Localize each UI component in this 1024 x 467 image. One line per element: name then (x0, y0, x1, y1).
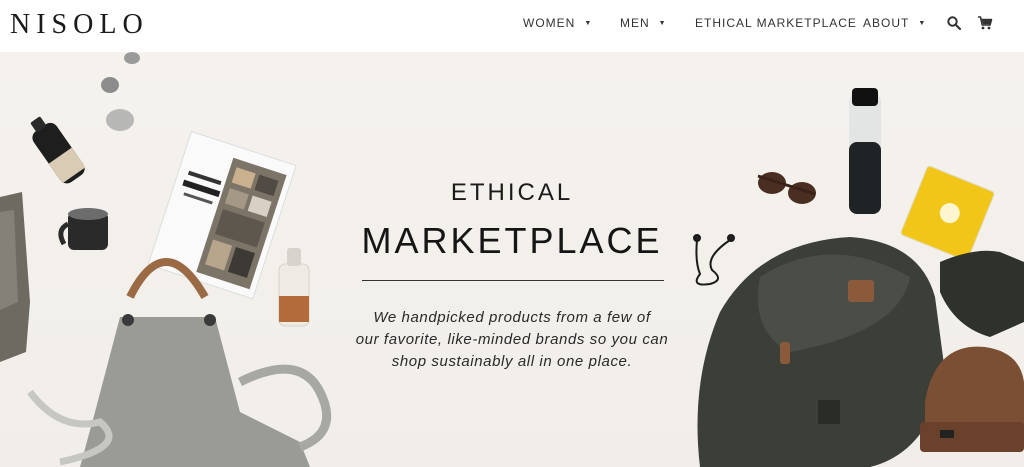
earbuds-shape (693, 234, 735, 286)
chevron-down-icon: ▼ (658, 19, 667, 27)
site-header: NISOLO WOMEN ▼ MEN ▼ ETHICAL MARKETPLACE… (0, 0, 1024, 52)
search-icon[interactable] (946, 15, 962, 31)
notebook-shape (900, 165, 995, 261)
chevron-down-icon: ▼ (584, 19, 593, 27)
stone-shape (124, 52, 140, 64)
nav-ethical-marketplace-label: ETHICAL MARKETPLACE (695, 16, 857, 30)
hero-title-small: ETHICAL (450, 179, 574, 206)
tagline-line: shop sustainably all in one place. (391, 353, 633, 370)
water-bottle-shape (849, 88, 881, 214)
mug-shape (58, 208, 108, 250)
sunglasses-shape (757, 172, 816, 204)
nav-women[interactable]: WOMEN ▼ (523, 16, 592, 30)
nav-men-label: MEN (620, 16, 650, 30)
nav-about[interactable]: ABOUT ▼ (863, 16, 926, 30)
stone-shape (106, 109, 134, 131)
book-shape (147, 130, 297, 300)
stone-shape (101, 77, 119, 93)
divider (362, 280, 664, 281)
serum-bottle-shape (278, 248, 310, 327)
tagline-line: We handpicked products from a few of (373, 309, 651, 326)
nav-ethical-marketplace[interactable]: ETHICAL MARKETPLACE (695, 16, 857, 30)
nav-about-label: ABOUT (863, 16, 910, 30)
hero-tagline: We handpicked products from a few of our… (350, 307, 674, 373)
bottle-shape (30, 116, 86, 184)
chevron-down-icon: ▼ (918, 19, 927, 27)
hero-banner: ETHICAL MARKETPLACE We handpicked produc… (0, 52, 1024, 467)
brand-logo[interactable]: NISOLO (10, 9, 149, 41)
nav-women-label: WOMEN (523, 16, 576, 30)
cart-icon[interactable] (977, 15, 993, 31)
nav-men[interactable]: MEN ▼ (620, 16, 667, 30)
tagline-line: our favorite, like-minded brands so you … (355, 331, 669, 348)
hero-title-big: MARKETPLACE (361, 220, 663, 261)
